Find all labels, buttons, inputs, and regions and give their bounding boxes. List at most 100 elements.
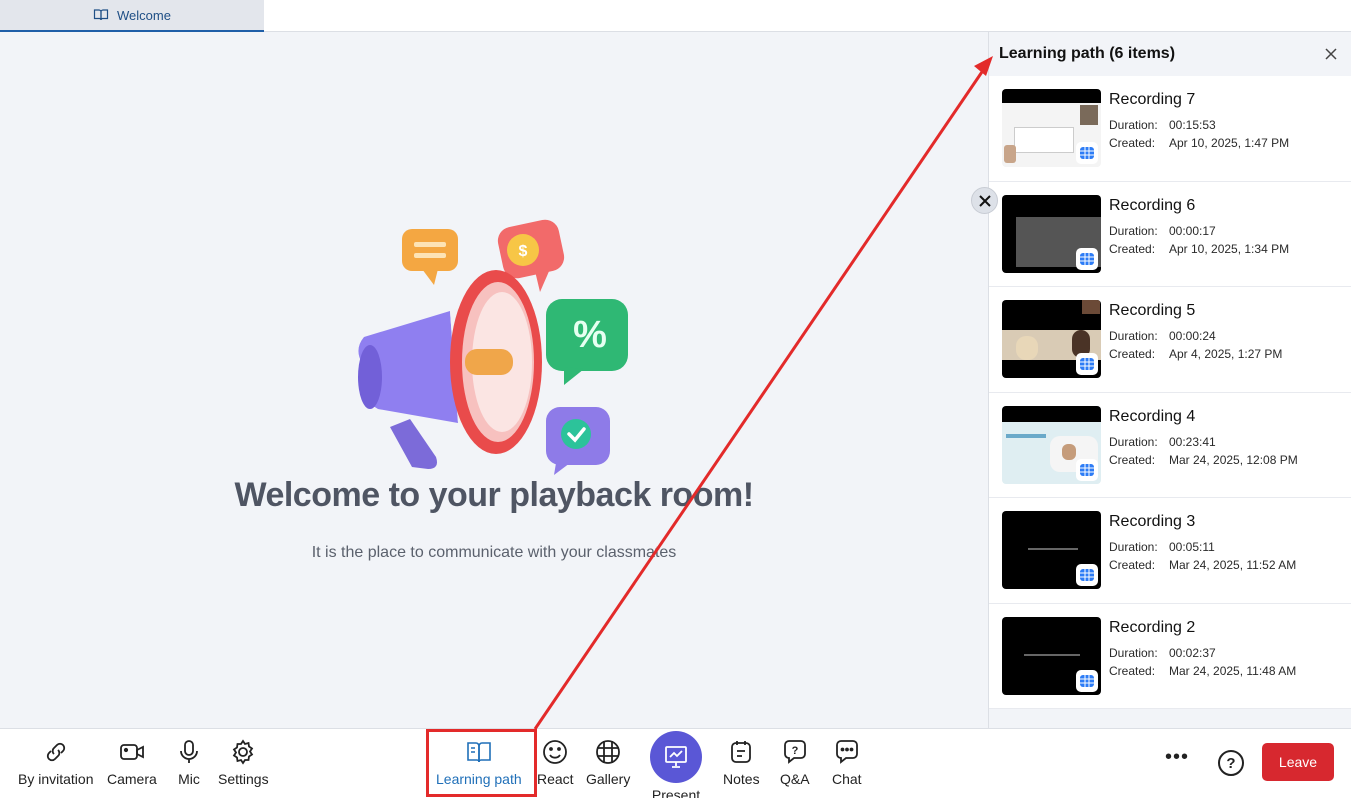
more-options-button[interactable]: ••• <box>1165 746 1189 769</box>
recording-duration: 00:00:24 <box>1169 329 1216 343</box>
gear-icon <box>233 739 254 765</box>
recording-duration: 00:00:17 <box>1169 223 1216 238</box>
duration-label: Duration: <box>1109 645 1158 660</box>
gallery-label: Gallery <box>586 771 631 787</box>
list-item[interactable]: Recording 3 Duration: 00:05:11 Created: Ma… <box>989 498 1351 604</box>
recording-thumbnail <box>1002 194 1101 273</box>
help-button[interactable]: ? <box>1218 750 1244 776</box>
list-item[interactable]: Recording 7 Duration: 00:15:53 Created: Ap… <box>989 76 1351 182</box>
orange-bubble <box>402 229 458 285</box>
recording-badge-icon <box>1076 353 1098 375</box>
camera-label: Camera <box>107 771 157 787</box>
question-bubble-icon: ? <box>783 740 806 764</box>
learning-path-panel: Learning path (6 items) Recording 7 Dura… <box>988 32 1351 728</box>
created-label: Created: <box>1109 663 1156 678</box>
grid-icon <box>596 740 621 764</box>
list-item[interactable]: Recording 5 Duration: 00:00:24 Created: Ap… <box>989 287 1351 393</box>
qa-label: Q&A <box>780 771 810 787</box>
camera-icon <box>119 744 144 760</box>
camera-button[interactable]: Camera <box>107 739 157 787</box>
recording-created: Apr 10, 2025, 1:34 PM <box>1169 241 1290 256</box>
react-button[interactable]: React <box>537 739 574 787</box>
learning-path-highlight <box>426 729 537 797</box>
leave-button[interactable]: Leave <box>1262 743 1334 781</box>
react-label: React <box>537 771 574 787</box>
recording-duration: 00:05:11 <box>1169 540 1215 554</box>
recording-thumbnail <box>1002 405 1101 484</box>
recording-duration: 00:23:41 <box>1169 434 1216 449</box>
recording-created: Mar 24, 2025, 11:52 AM <box>1169 558 1297 572</box>
created-label: Created: <box>1109 558 1156 572</box>
mic-icon <box>180 740 198 763</box>
recording-duration: 00:02:37 <box>1169 645 1216 660</box>
recording-created: Apr 4, 2025, 1:27 PM <box>1169 347 1283 361</box>
recording-title: Recording 6 <box>1109 196 1196 214</box>
gallery-button[interactable]: Gallery <box>586 739 630 787</box>
presentation-icon <box>665 746 687 768</box>
chat-label: Chat <box>832 771 862 787</box>
svg-text:%: % <box>573 314 607 356</box>
panel-title: Learning path (6 items) <box>989 32 1351 76</box>
tab-welcome[interactable]: Welcome <box>0 0 264 32</box>
present-label: Present <box>651 787 701 798</box>
check-bubble <box>546 407 610 475</box>
book-open-icon <box>93 9 109 21</box>
present-button[interactable]: Present <box>650 731 702 798</box>
mic-button[interactable]: Mic <box>176 739 202 787</box>
megaphone-illustration: $ % <box>358 219 628 475</box>
tab-bar: Welcome <box>0 0 1351 32</box>
list-item[interactable]: Recording 2 Duration: 00:02:37 Created: Ma… <box>989 603 1351 709</box>
recording-title: Recording 2 <box>1109 618 1196 636</box>
duration-label: Duration: <box>1109 223 1158 238</box>
recording-list: Recording 7 Duration: 00:15:53 Created: Ap… <box>989 76 1351 709</box>
recording-badge-icon <box>1076 564 1098 586</box>
list-item[interactable]: Recording 4 Duration: 00:23:41 Created: Ma… <box>989 392 1351 498</box>
recording-badge-icon <box>1076 458 1098 481</box>
recording-title: Recording 7 <box>1109 91 1196 108</box>
present-circle <box>650 731 702 783</box>
collapse-panel-button[interactable] <box>971 187 998 214</box>
mic-label: Mic <box>178 771 200 787</box>
recording-title: Recording 3 <box>1109 513 1196 530</box>
recording-thumbnail <box>1002 300 1101 378</box>
recording-duration: 00:15:53 <box>1169 118 1216 132</box>
qa-button[interactable]: ? Q&A <box>780 739 810 787</box>
welcome-title: Welcome to your playback room! <box>234 476 754 514</box>
smiley-icon <box>543 740 568 764</box>
recording-thumbnail <box>1002 89 1101 167</box>
list-item[interactable]: Recording 6 Duration: 00:00:17 Created: Ap… <box>989 181 1351 287</box>
by-invitation-button[interactable]: By invitation <box>18 739 93 787</box>
recording-title: Recording 5 <box>1109 302 1196 319</box>
duration-label: Duration: <box>1109 540 1158 554</box>
settings-label: Settings <box>218 771 269 787</box>
recording-badge-icon <box>1076 142 1098 164</box>
close-icon <box>978 194 991 207</box>
close-icon[interactable] <box>1321 44 1341 64</box>
recording-badge-icon <box>1076 247 1098 270</box>
main-stage: $ % Welcome to your playback room! It is… <box>0 32 988 728</box>
duration-label: Duration: <box>1109 118 1158 132</box>
notes-label: Notes <box>723 771 760 787</box>
svg-text:$: $ <box>519 243 528 260</box>
created-label: Created: <box>1109 136 1156 150</box>
recording-badge-icon <box>1076 669 1098 692</box>
recording-thumbnail <box>1002 511 1101 589</box>
welcome-subtitle: It is the place to communicate with your… <box>311 544 677 561</box>
notes-button[interactable]: Notes <box>723 739 760 787</box>
chat-button[interactable]: Chat <box>832 739 862 787</box>
duration-label: Duration: <box>1109 434 1158 449</box>
recording-created: Apr 10, 2025, 1:47 PM <box>1169 136 1290 150</box>
chat-icon <box>835 740 858 764</box>
bottom-toolbar: By invitation Camera Mic Settings Learni… <box>0 728 1351 798</box>
tab-label: Welcome <box>117 7 171 23</box>
notes-icon <box>731 741 752 763</box>
recording-created: Mar 24, 2025, 11:48 AM <box>1169 663 1297 678</box>
by-invitation-label: By invitation <box>18 771 94 787</box>
created-label: Created: <box>1109 347 1156 361</box>
percent-bubble: % <box>546 299 628 385</box>
settings-button[interactable]: Settings <box>218 739 269 787</box>
recording-title: Recording 4 <box>1109 407 1196 425</box>
megaphone <box>358 270 542 469</box>
created-label: Created: <box>1109 452 1156 467</box>
svg-text:?: ? <box>791 745 798 757</box>
